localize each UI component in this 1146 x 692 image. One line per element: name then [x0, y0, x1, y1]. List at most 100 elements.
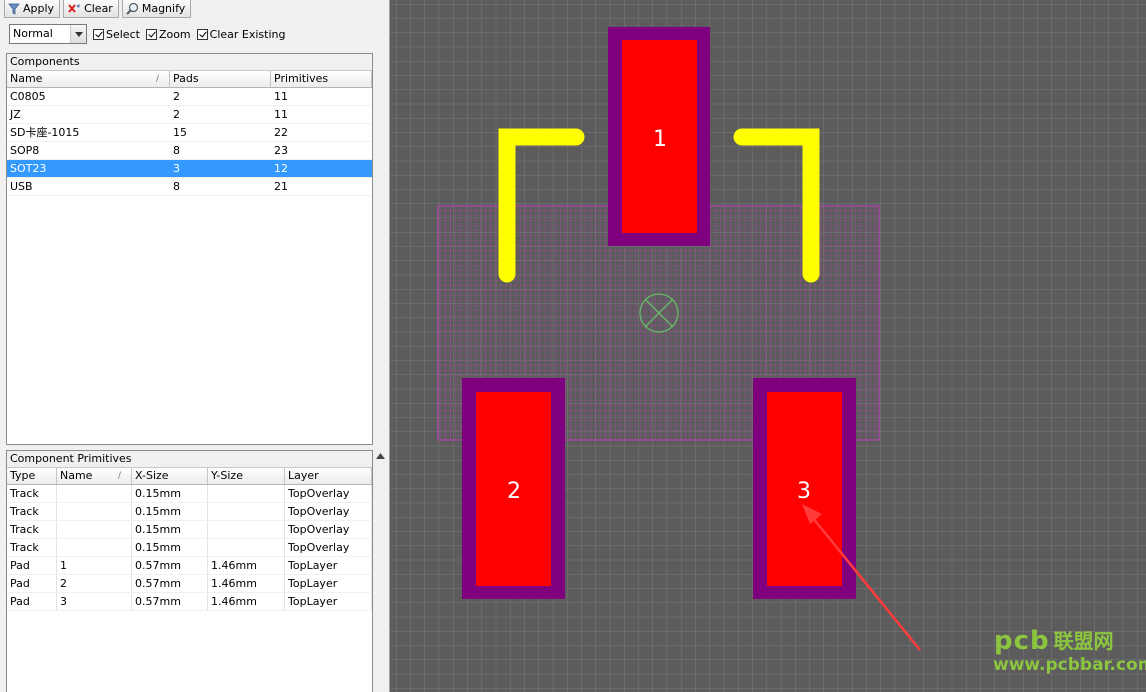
cell-pads: 2	[173, 90, 180, 103]
pad-1[interactable]: 1	[608, 27, 710, 246]
cell-ysize: 1.46mm	[208, 593, 285, 610]
clear-existing-checkbox[interactable]: Clear Existing	[196, 27, 286, 41]
watermark-url: www.pcbbar.com	[993, 655, 1146, 675]
mode-select-value: Normal	[13, 27, 53, 40]
table-row[interactable]: C0805 2 11	[7, 88, 372, 106]
watermark-cn-text: 联盟网	[1053, 629, 1114, 653]
cell-layer: TopOverlay	[285, 485, 372, 502]
table-row[interactable]: USB 8 21	[7, 178, 372, 196]
cell-primitives: 11	[274, 90, 288, 103]
cell-xsize: 0.57mm	[132, 575, 208, 592]
column-header-y-size[interactable]: Y-Size	[208, 468, 285, 484]
cell-type: Track	[7, 521, 57, 538]
cell-name: C0805	[10, 90, 46, 103]
table-row[interactable]: Track 0.15mm TopOverlay	[7, 539, 372, 557]
checkbox-checked-icon	[145, 28, 157, 40]
cell-type: Track	[7, 485, 57, 502]
magnify-button[interactable]: Magnify	[121, 0, 192, 18]
table-row[interactable]: Pad 2 0.57mm 1.46mm TopLayer	[7, 575, 372, 593]
components-panel: Components Name ∕ Pads Primitives C0805 2…	[6, 53, 373, 445]
sort-icon: ∕	[117, 471, 121, 481]
pcb-drawing: 1 2 3	[390, 0, 1146, 692]
cell-ysize	[208, 485, 285, 502]
table-row[interactable]: SOP8 8 23	[7, 142, 372, 160]
zoom-checkbox-label: Zoom	[158, 27, 191, 41]
watermark-logo: pcb 联盟网	[994, 626, 1114, 656]
apply-button[interactable]: Apply	[4, 0, 61, 18]
apply-label: Apply	[23, 2, 55, 15]
clear-button[interactable]: Clear	[63, 0, 119, 18]
filter-icon	[8, 3, 20, 15]
pad-1-label: 1	[653, 127, 667, 152]
cell-xsize: 0.57mm	[132, 557, 208, 574]
cell-ysize	[208, 521, 285, 538]
pad-3-label: 3	[797, 479, 811, 504]
primitives-panel: Component Primitives Type Name ∕ X-Size …	[6, 450, 373, 692]
cell-type: Track	[7, 539, 57, 556]
cell-name: 1	[57, 557, 132, 574]
table-row[interactable]: SD卡座-1015 15 22	[7, 124, 372, 142]
magnifier-icon	[126, 2, 138, 15]
cell-ysize	[208, 539, 285, 556]
clear-existing-checkbox-label: Clear Existing	[209, 27, 286, 41]
scroll-up-button[interactable]	[373, 449, 387, 463]
cell-name: 3	[57, 593, 132, 610]
pcb-library-panel: Apply Clear Magnify Normal Select Zoom C…	[0, 0, 390, 692]
cell-pads: 8	[173, 144, 180, 157]
cell-pads: 2	[173, 108, 180, 121]
pad-2-label: 2	[507, 479, 521, 504]
table-row[interactable]: Pad 3 0.57mm 1.46mm TopLayer	[7, 593, 372, 611]
cell-type: Track	[7, 503, 57, 520]
primitives-table-body: Track 0.15mm TopOverlay Track 0.15mm TopOverl…	[7, 485, 372, 611]
pad-3[interactable]: 3	[753, 378, 856, 599]
chevron-down-icon[interactable]	[70, 25, 86, 43]
cell-xsize: 0.15mm	[132, 485, 208, 502]
table-row[interactable]: SOT23 3 12	[7, 160, 372, 178]
column-header-x-size[interactable]: X-Size	[132, 468, 208, 484]
cell-layer: TopLayer	[285, 593, 372, 610]
cell-layer: TopOverlay	[285, 521, 372, 538]
watermark-logo-text: pcb	[994, 626, 1050, 656]
cell-primitives: 22	[274, 126, 288, 139]
cell-name: USB	[10, 180, 33, 193]
cell-layer: TopOverlay	[285, 539, 372, 556]
mode-select[interactable]: Normal	[9, 24, 87, 44]
column-header-name[interactable]: Name ∕	[57, 468, 132, 484]
table-row[interactable]: Track 0.15mm TopOverlay	[7, 521, 372, 539]
components-table-body: C0805 2 11 JZ 2 11 SD卡座-1015 15 22 SOP8 8 23 SOT23 3 1…	[7, 88, 372, 196]
cell-ysize: 1.46mm	[208, 557, 285, 574]
select-checkbox[interactable]: Select	[93, 28, 140, 41]
cell-type: Pad	[7, 557, 57, 574]
checkbox-checked-icon	[196, 28, 208, 40]
chevron-up-icon	[375, 453, 385, 459]
cell-type: Pad	[7, 575, 57, 592]
column-header-type[interactable]: Type	[7, 468, 57, 484]
column-header-primitives[interactable]: Primitives	[271, 71, 372, 87]
cell-layer: TopOverlay	[285, 503, 372, 520]
sort-icon: ∕	[155, 74, 159, 84]
column-header-pads[interactable]: Pads	[170, 71, 271, 87]
cell-name: SOT23	[10, 162, 47, 175]
table-row[interactable]: Track 0.15mm TopOverlay	[7, 503, 372, 521]
cell-name	[57, 485, 132, 502]
column-header-layer[interactable]: Layer	[285, 468, 372, 484]
select-checkbox-label: Select	[106, 27, 140, 41]
cell-pads: 3	[173, 162, 180, 175]
cell-layer: TopLayer	[285, 575, 372, 592]
cell-ysize: 1.46mm	[208, 575, 285, 592]
cell-name: SD卡座-1015	[10, 126, 80, 139]
table-row[interactable]: Track 0.15mm TopOverlay	[7, 485, 372, 503]
table-row[interactable]: JZ 2 11	[7, 106, 372, 124]
cell-xsize: 0.57mm	[132, 593, 208, 610]
column-header-name[interactable]: Name ∕	[7, 71, 170, 87]
pad-2[interactable]: 2	[462, 378, 565, 599]
pcb-canvas[interactable]: 1 2 3	[390, 0, 1146, 692]
table-row[interactable]: Pad 1 0.57mm 1.46mm TopLayer	[7, 557, 372, 575]
cell-ysize	[208, 503, 285, 520]
magnify-label: Magnify	[141, 2, 186, 15]
cell-xsize: 0.15mm	[132, 539, 208, 556]
components-panel-title: Components	[7, 54, 372, 71]
cell-name	[57, 503, 132, 520]
components-header: Name ∕ Pads Primitives	[7, 71, 372, 88]
zoom-checkbox[interactable]: Zoom	[145, 27, 191, 41]
